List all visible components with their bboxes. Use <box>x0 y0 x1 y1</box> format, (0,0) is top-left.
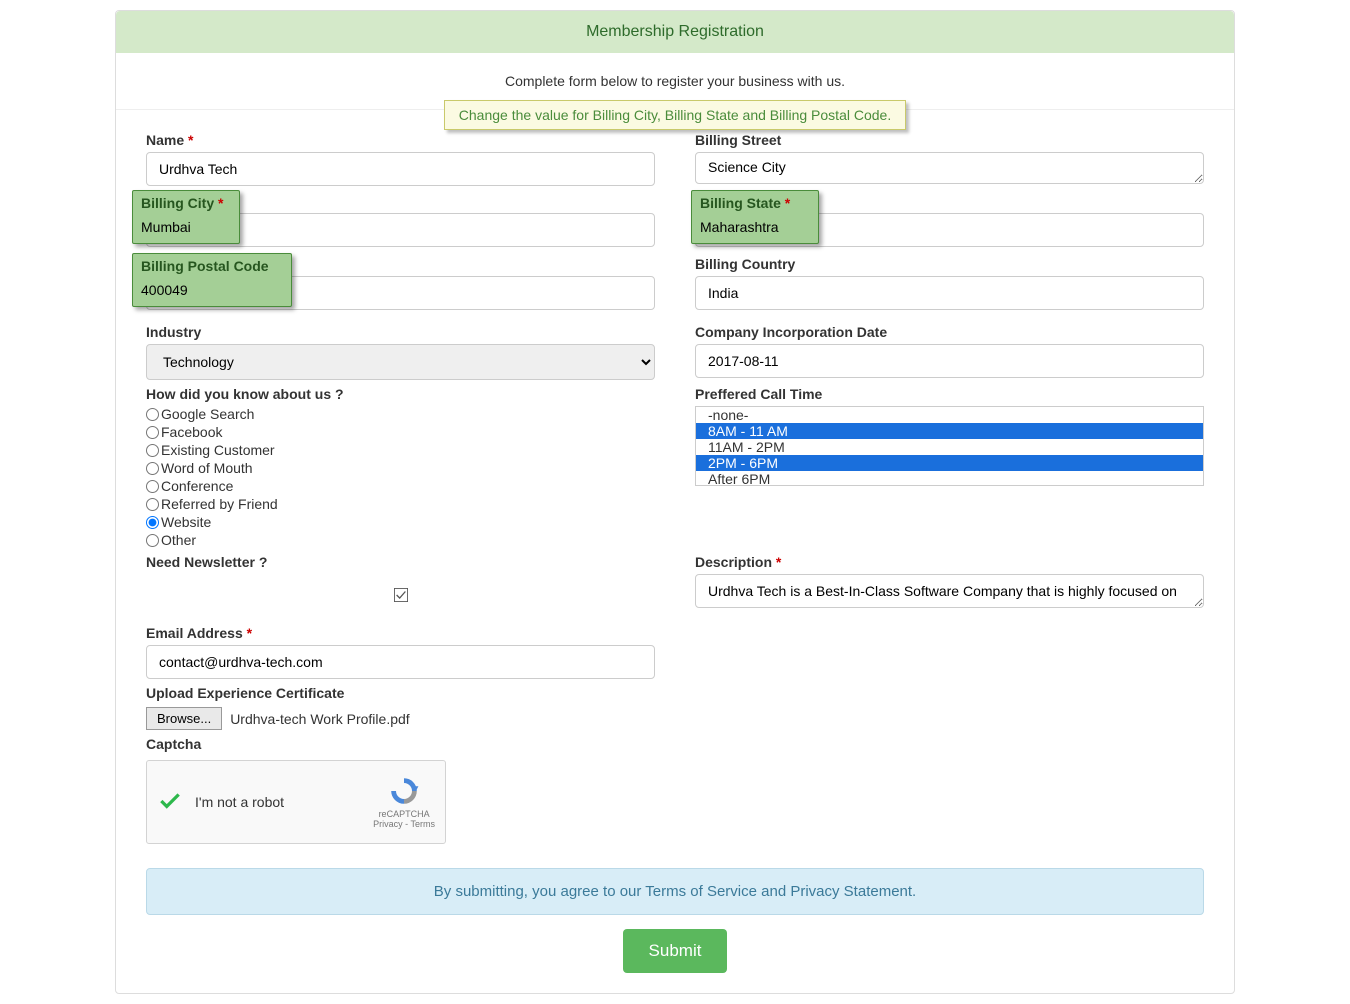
billing-city-highlight: Billing City * <box>132 190 240 244</box>
lead-source-option[interactable]: Conference <box>146 478 655 494</box>
industry-select[interactable]: Technology <box>146 344 655 380</box>
lead-source-option[interactable]: Website <box>146 514 655 530</box>
submit-button[interactable]: Submit <box>623 929 728 973</box>
lead-source-option[interactable]: Referred by Friend <box>146 496 655 512</box>
browse-button[interactable]: Browse... <box>146 707 222 730</box>
name-input[interactable] <box>146 152 655 186</box>
lead-source-option[interactable]: Google Search <box>146 406 655 422</box>
billing-street-input[interactable]: Science City <box>695 152 1204 184</box>
lead-source-option[interactable]: Word of Mouth <box>146 460 655 476</box>
newsletter-label: Need Newsletter ? <box>146 554 267 570</box>
call-time-label: Preffered Call Time <box>695 386 822 402</box>
billing-city-label: Billing City * <box>141 195 223 211</box>
incorp-date-input[interactable] <box>695 344 1204 378</box>
call-time-option[interactable]: 8AM - 11 AM <box>696 423 1203 439</box>
uploaded-filename: Urdhva-tech Work Profile.pdf <box>230 711 409 727</box>
call-time-option[interactable]: -none- <box>696 407 1203 423</box>
lead-source-label: How did you know about us ? <box>146 386 344 402</box>
billing-state-highlight: Billing State * <box>691 190 819 244</box>
call-time-option[interactable]: After 6PM <box>696 471 1203 486</box>
call-time-option[interactable]: 2PM - 6PM <box>696 455 1203 471</box>
description-input[interactable]: Urdhva Tech is a Best-In-Class Software … <box>695 574 1204 608</box>
billing-postal-input[interactable] <box>141 278 283 306</box>
newsletter-checkbox[interactable] <box>394 589 408 605</box>
billing-state-input[interactable] <box>700 215 810 243</box>
alert-message: Change the value for Billing City, Billi… <box>444 100 906 130</box>
email-input[interactable] <box>146 645 655 679</box>
billing-country-label: Billing Country <box>695 256 795 272</box>
lead-source-option[interactable]: Other <box>146 532 655 548</box>
recaptcha-logo: reCAPTCHA Privacy - Terms <box>373 775 435 829</box>
billing-postal-highlight: Billing Postal Code <box>132 253 292 307</box>
call-time-listbox[interactable]: -none-8AM - 11 AM11AM - 2PM2PM - 6PMAfte… <box>695 406 1204 486</box>
billing-street-label: Billing Street <box>695 132 781 148</box>
form-panel: Membership Registration Complete form be… <box>115 10 1235 994</box>
captcha-widget[interactable]: I'm not a robot reCAPTCHA Privacy - Term… <box>146 760 446 844</box>
billing-state-label: Billing State * <box>700 195 790 211</box>
email-label: Email Address * <box>146 625 252 641</box>
upload-label: Upload Experience Certificate <box>146 685 344 701</box>
industry-label: Industry <box>146 324 201 340</box>
billing-postal-label: Billing Postal Code <box>141 258 269 274</box>
description-label: Description * <box>695 554 781 570</box>
billing-city-input[interactable] <box>141 215 221 243</box>
checkmark-icon <box>157 788 183 817</box>
name-label: Name * <box>146 132 193 148</box>
panel-header: Membership Registration <box>116 11 1234 53</box>
lead-source-option[interactable]: Existing Customer <box>146 442 655 458</box>
call-time-option[interactable]: 11AM - 2PM <box>696 439 1203 455</box>
consent-notice: By submitting, you agree to our Terms of… <box>146 868 1204 915</box>
incorp-date-label: Company Incorporation Date <box>695 324 887 340</box>
captcha-label: Captcha <box>146 736 201 752</box>
lead-source-option[interactable]: Facebook <box>146 424 655 440</box>
captcha-text: I'm not a robot <box>195 794 373 810</box>
billing-country-input[interactable] <box>695 276 1204 310</box>
